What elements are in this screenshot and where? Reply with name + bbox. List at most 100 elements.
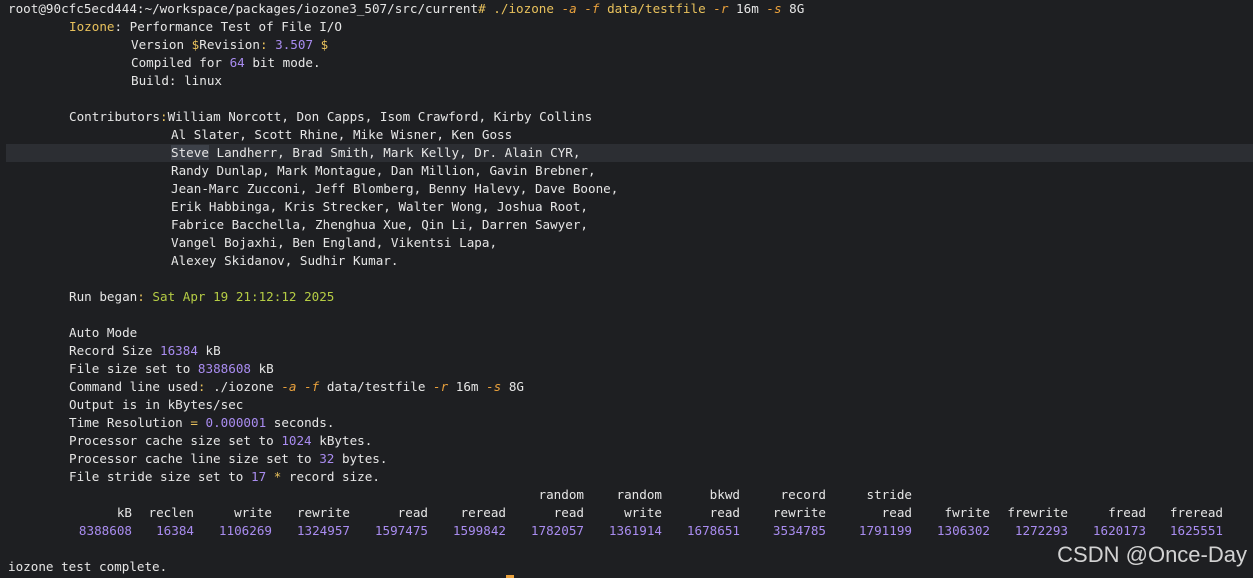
contributors-line-5: Jean-Marc Zucconi, Jeff Blomberg, Benny … [171,181,619,196]
file-size-unit: kB [250,361,274,376]
version-number: 3.507 [275,37,314,52]
table-values-cell-13: 1620173 [1092,523,1146,538]
table-top-cell-9: record [780,487,827,502]
version-colon: : [259,37,276,52]
table-headers-cell-8: read [709,505,740,520]
contributors-line-6: Erik Habbinga, Kris Strecker, Walter Won… [171,199,589,214]
table-top-cell-7: random [616,487,663,502]
table-headers-cell-9: rewrite [772,505,826,520]
version-text: Version [131,37,192,52]
time-res-value: 0.000001 [205,415,267,430]
prompt-path: :~/workspace/packages/iozone3_507/src/cu… [136,1,479,16]
cmdline-command: ./iozone [213,379,282,394]
table-headers-cell-14: freread [1169,505,1223,520]
table-headers-cell-3: rewrite [296,505,350,520]
table-values-cell-10: 1791199 [858,523,912,538]
version-revision: Revision [199,37,260,52]
stride-value: 17 [250,469,267,484]
prompt-flag-a: -a [561,1,577,16]
cmdline-space [297,379,305,394]
run-began-timestamp: Sat Apr 19 21:12:12 2025 [152,289,335,304]
table-headers-cell-13: fread [1108,505,1146,520]
contributors-first: William Norcott, Don Capps, Isom Crawfor… [167,109,593,124]
table-top-cell-6: random [538,487,585,502]
contributors-line-7: Fabrice Bacchella, Zhenghua Xue, Qin Li,… [171,217,589,232]
auto-mode-line: Auto Mode [69,325,138,340]
table-headers-cell-7: write [624,505,662,520]
cache-line-size-line: Processor cache line size set to 32 byte… [69,450,387,468]
cmdline-flag-f: -f [304,379,320,394]
build-line: Build: linux [131,72,222,90]
compiled-text: Compiled for [131,55,230,70]
run-began-colon: : [137,289,153,304]
version-end: $ [313,37,329,52]
prompt-flag-r: -r [713,1,729,16]
shell-prompt-line[interactable]: root@90cfc5ecd444:~/workspace/packages/i… [8,0,804,18]
version-line: Version $Revision: 3.507 $ [131,36,328,54]
build-value: : linux [168,73,222,88]
cmdline-flag-s: -s [486,379,502,394]
prompt-flag-f: -f [584,1,600,16]
table-values-cell-6: 1782057 [530,523,584,538]
stride-space [266,469,274,484]
prompt-user-host: root@90cfc5ecd444 [8,1,137,16]
record-size-line: Record Size 16384 kB [69,342,221,360]
record-size-unit: kB [197,343,221,358]
time-res-label: Time Resolution [69,415,191,430]
time-res-space [198,415,206,430]
selected-word[interactable]: Steve [171,145,209,160]
cmdline-label: Command line used [69,379,198,394]
table-top-cell-10: stride [866,487,913,502]
stride-size-line: File stride size set to 17 * record size… [69,468,380,486]
time-res-unit: seconds. [266,415,335,430]
table-values-cell-9: 3534785 [772,523,826,538]
prompt-arg-f: data/testfile [607,1,706,16]
table-headers-cell-2: write [234,505,272,520]
compiled-bits: 64 [229,55,245,70]
file-size-line: File size set to 8388608 kB [69,360,274,378]
iozone-label: Iozone [69,19,115,34]
cmdline-record: 16m [448,379,487,394]
test-complete-line: iozone test complete. [8,559,168,574]
record-size-value: 16384 [160,343,198,358]
contributors-line-4: Randy Dunlap, Mark Montague, Dan Million… [171,163,596,178]
build-label: Build [131,73,169,88]
compiled-line: Compiled for 64 bit mode. [131,54,321,72]
table-headers-cell-10: read [881,505,912,520]
iozone-rest: : Performance Test of File I/O [114,19,342,34]
table-headers-cell-1: reclen [148,505,195,520]
run-began-label: Run began [69,289,138,304]
cmdline-colon: : [197,379,214,394]
cache-line-label: Processor cache line size set to [69,451,320,466]
prompt-arg-s: 8G [789,1,805,16]
table-headers-cell-11: fwrite [944,505,991,520]
table-values-cell-1: 16384 [156,523,194,538]
cmdline-flag-a: -a [281,379,297,394]
table-values-cell-3: 1324957 [296,523,350,538]
table-values-cell-11: 1306302 [936,523,990,538]
table-values-cell-4: 1597475 [374,523,428,538]
table-headers-cell-5: reread [460,505,507,520]
output-units-line: Output is in kBytes/sec [69,397,244,412]
cache-size-unit: kBytes. [311,433,373,448]
table-values-cell-7: 1361914 [608,523,662,538]
command-line-used-line: Command line used: ./iozone -a -f data/t… [69,378,524,396]
cmdline-size: 8G [501,379,525,394]
contributors-colon: : [160,109,168,124]
table-headers-cell-6: read [553,505,584,520]
cache-line-unit: bytes. [334,451,388,466]
prompt-flag-s: -s [766,1,782,16]
cache-size-value: 1024 [281,433,312,448]
iozone-title-line: Iozone: Performance Test of File I/O [69,18,342,36]
contributors-label: Contributors [69,109,160,124]
contributors-line-3[interactable]: Steve Landherr, Brad Smith, Mark Kelly, … [171,144,580,162]
cache-size-label: Processor cache size set to [69,433,282,448]
contributors-line: Contributors:William Norcott, Don Capps,… [69,108,592,126]
prompt-command: ./iozone [493,1,554,16]
compiled-mode: bit mode. [244,55,321,70]
cache-line-value: 32 [319,451,335,466]
time-resolution-line: Time Resolution = 0.000001 seconds. [69,414,334,432]
time-res-equals: = [190,415,198,430]
table-values-cell-12: 1272293 [1014,523,1068,538]
table-values-cell-14: 1625551 [1169,523,1223,538]
